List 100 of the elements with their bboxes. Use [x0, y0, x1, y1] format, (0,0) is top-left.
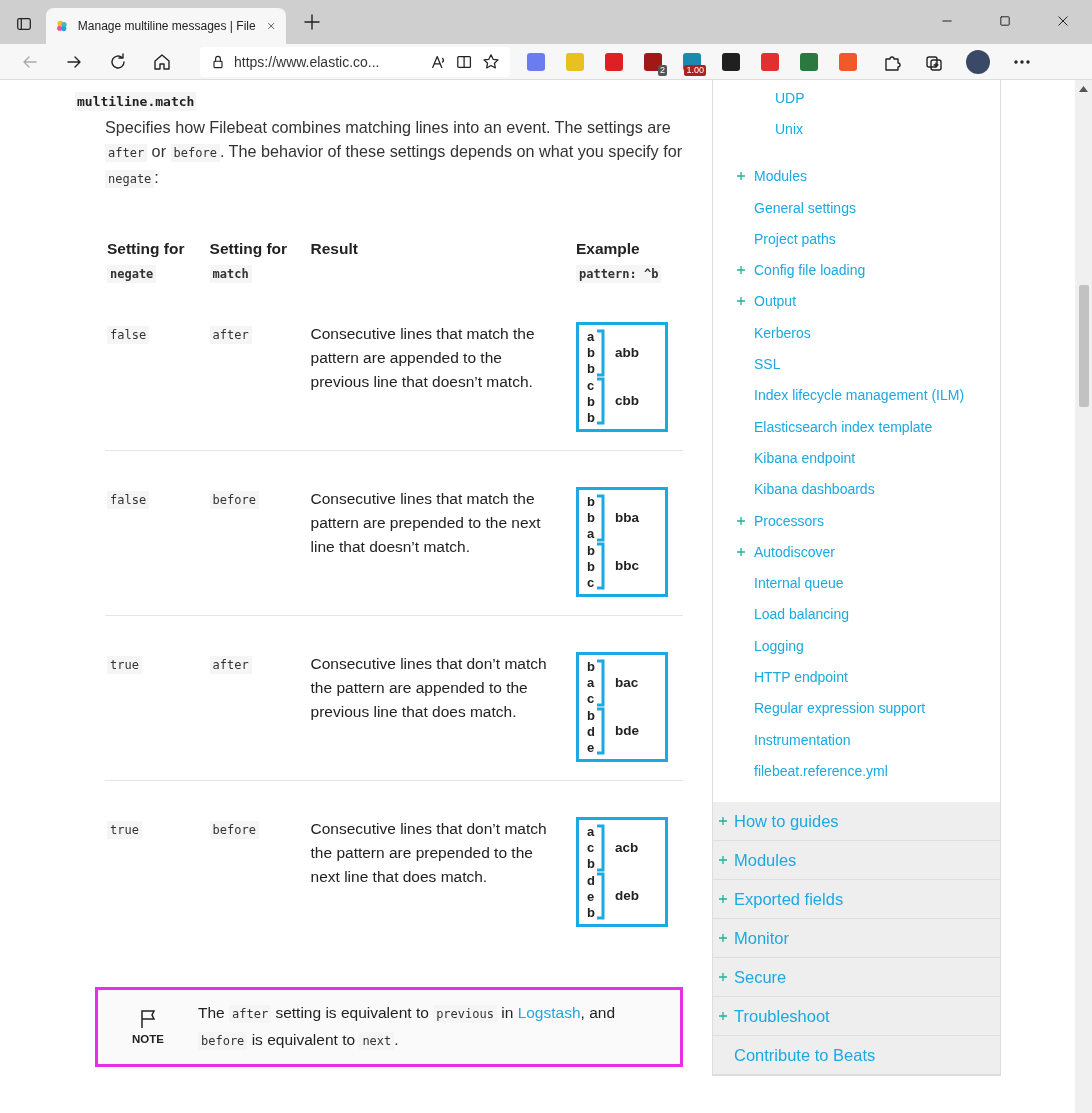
column-header: Setting for match — [209, 239, 289, 285]
table-cell: after — [209, 326, 252, 344]
sidebar-item[interactable]: Unix — [775, 120, 803, 137]
sidebar-item[interactable]: Regular expression support — [754, 700, 926, 717]
sidebar-item[interactable]: General settings — [754, 199, 856, 216]
table-cell: before — [209, 821, 259, 839]
sidebar-item[interactable]: filebeat.reference.yml — [754, 762, 888, 779]
sidebar-item[interactable]: Instrumentation — [754, 731, 851, 748]
sidebar-item[interactable]: UDP — [775, 89, 805, 106]
sidebar-item[interactable]: Internal queue — [754, 575, 844, 592]
note-text: The after setting is equivalent to previous in Logstash, and before is equivalent to next . — [198, 1003, 617, 1052]
bracket-icon — [596, 494, 605, 542]
home-icon[interactable] — [152, 51, 172, 72]
sidebar-section[interactable]: Exported fields — [712, 880, 1001, 919]
note-label: NOTE — [132, 1033, 164, 1045]
group-result: abb — [614, 344, 639, 362]
sidebar-item[interactable]: Modules — [754, 168, 807, 185]
line-letter: b — [586, 510, 595, 526]
sidebar-item[interactable]: Index lifecycle management (ILM) — [754, 387, 965, 404]
result-text: Consecutive lines that don’t match the pattern are appended to the previous line that does match. — [310, 655, 547, 720]
line-letter: e — [586, 888, 595, 904]
favorite-add-icon[interactable] — [482, 52, 500, 71]
line-letter: d — [586, 872, 595, 888]
scroll-up-icon[interactable] — [1079, 86, 1088, 92]
sidebar-item[interactable]: Elasticsearch index template — [754, 418, 933, 435]
sidebar-item[interactable]: Logging — [754, 637, 804, 654]
sidebar-item[interactable]: Kibana dashboards — [754, 481, 875, 498]
plus-icon[interactable] — [736, 546, 746, 557]
tab-actions-icon[interactable] — [15, 15, 33, 33]
column-header: Example pattern: ^b — [575, 237, 673, 286]
group-result: bde — [614, 722, 639, 740]
line-letter: b — [586, 345, 595, 361]
line-letter: e — [586, 739, 595, 755]
browser-tab[interactable]: Manage multiline messages | File — [46, 8, 286, 44]
lock-icon[interactable] — [210, 53, 226, 70]
maximize-icon[interactable] — [998, 14, 1012, 28]
column-header: Setting for negate — [107, 239, 186, 285]
sidebar-section[interactable]: How to guides — [712, 802, 1001, 841]
sidebar-section[interactable]: Troubleshoot — [712, 997, 1001, 1036]
sidebar-item[interactable]: Kerberos — [754, 324, 811, 341]
tab-title: Manage multiline messages | File — [77, 19, 256, 33]
sidebar-item[interactable]: Project paths — [754, 230, 836, 247]
scrollbar[interactable] — [1075, 80, 1092, 1113]
line-letter: b — [586, 856, 595, 872]
sidebar-section[interactable]: Modules — [712, 841, 1001, 880]
sidebar-item[interactable]: Autodiscover — [754, 543, 835, 560]
group-result: bac — [614, 674, 639, 692]
line-letter: b — [586, 494, 595, 509]
line-letter: a — [586, 675, 595, 691]
bracket-icon — [596, 329, 605, 377]
table-cell: after — [209, 656, 252, 674]
sidebar-item[interactable]: SSL — [754, 356, 781, 372]
sidebar-item[interactable]: HTTP endpoint — [754, 669, 848, 685]
result-text: Consecutive lines that match the pattern are prepended to the next line that doesn’t match. — [310, 490, 541, 555]
plus-icon[interactable] — [736, 296, 746, 307]
line-letter: a — [586, 329, 595, 344]
sidebar-item[interactable]: Processors — [754, 512, 825, 529]
sidebar-section[interactable]: Contribute to Beats — [712, 1036, 1001, 1076]
line-letter: b — [586, 904, 595, 920]
profile-avatar[interactable] — [966, 49, 990, 74]
logstash-link[interactable]: Logstash — [517, 1004, 581, 1021]
line-letter: a — [586, 526, 595, 542]
table-cell: false — [107, 491, 150, 509]
scroll-thumb[interactable] — [1079, 285, 1089, 407]
plus-icon[interactable] — [736, 171, 746, 182]
new-tab-icon[interactable] — [302, 12, 322, 32]
bracket-icon — [596, 707, 605, 755]
plus-icon[interactable] — [736, 265, 746, 276]
address-bar[interactable]: https://www.elastic.co... — [200, 46, 510, 77]
close-icon[interactable] — [1056, 14, 1070, 28]
line-letter: c — [586, 377, 595, 393]
group-result: bbc — [614, 557, 639, 575]
line-letter: a — [586, 824, 595, 839]
group-result: cbb — [614, 392, 639, 410]
group-result: acb — [614, 839, 639, 857]
line-letter: c — [586, 840, 595, 856]
bracket-icon — [596, 542, 605, 590]
line-letter: b — [586, 707, 595, 723]
sidebar-section[interactable]: Monitor — [712, 919, 1001, 958]
column-header: Result — [310, 239, 359, 259]
result-text: Consecutive lines that don’t match the pattern are prepended to the next line that does match. — [310, 820, 547, 885]
line-letter: c — [586, 574, 595, 590]
group-result: bba — [614, 509, 639, 527]
plus-icon[interactable] — [736, 515, 746, 526]
line-letter: d — [586, 723, 595, 739]
table-cell: false — [107, 326, 150, 344]
group-result: deb — [614, 887, 639, 905]
sidebar-item[interactable]: Output — [754, 293, 797, 310]
flag-icon — [139, 1009, 157, 1029]
sidebar-item[interactable]: Kibana endpoint — [754, 449, 856, 466]
line-letter: b — [586, 659, 595, 674]
sidebar-section[interactable]: Secure — [712, 958, 1001, 997]
sidebar-item[interactable]: Load balancing — [754, 606, 849, 623]
table-cell: true — [107, 656, 142, 674]
sidebar-item[interactable]: Config file loading — [754, 262, 866, 279]
table-cell: true — [107, 821, 142, 839]
refresh-icon[interactable] — [108, 51, 128, 72]
line-letter: b — [586, 393, 595, 409]
line-letter: b — [586, 361, 595, 377]
table-cell: before — [209, 491, 259, 509]
